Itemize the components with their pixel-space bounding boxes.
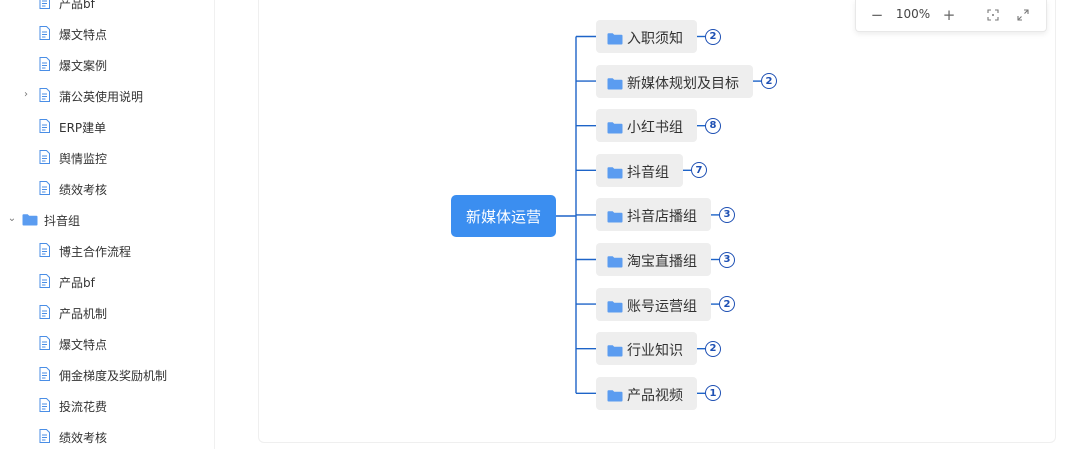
zoom-level: 100% bbox=[895, 7, 931, 21]
mindmap-child-node[interactable]: 入职须知 bbox=[596, 20, 697, 53]
child-node-label: 行业知识 bbox=[627, 343, 683, 360]
child-node-label: 抖音店播组 bbox=[627, 209, 697, 226]
child-count-badge[interactable]: 2 bbox=[705, 28, 721, 45]
mindmap-root-node[interactable]: 新媒体运营 bbox=[451, 195, 556, 237]
child-node-label: 小红书组 bbox=[627, 120, 683, 137]
zoom-out-label: − bbox=[870, 6, 884, 24]
zoom-in-label: + bbox=[942, 6, 956, 24]
child-node-label: 抖音组 bbox=[627, 164, 669, 181]
child-count-badge[interactable]: 3 bbox=[719, 251, 735, 268]
mindmap-child-node[interactable]: 新媒体规划及目标 bbox=[596, 64, 753, 98]
folder-icon bbox=[607, 253, 623, 268]
zoom-in-button[interactable]: + bbox=[938, 4, 960, 26]
child-node-label: 新媒体规划及目标 bbox=[627, 75, 739, 92]
child-count-badge[interactable]: 2 bbox=[705, 340, 721, 357]
child-node-label: 淘宝直播组 bbox=[627, 254, 697, 270]
fullscreen-icon[interactable] bbox=[1012, 4, 1034, 26]
folder-icon bbox=[607, 119, 623, 134]
folder-icon bbox=[607, 30, 623, 45]
mindmap-child-node[interactable]: 淘宝直播组 bbox=[596, 243, 711, 276]
zoom-toolbar: − 100% + bbox=[855, 0, 1047, 32]
folder-icon bbox=[607, 164, 623, 179]
folder-icon bbox=[607, 298, 623, 313]
child-node-label: 入职须知 bbox=[627, 31, 683, 47]
child-node-label: 产品视频 bbox=[627, 387, 683, 404]
folder-icon bbox=[607, 387, 623, 402]
mindmap-child-node[interactable]: 抖音店播组 bbox=[596, 198, 711, 232]
folder-icon bbox=[607, 75, 623, 90]
mindmap-child-node[interactable]: 产品视频 bbox=[596, 376, 697, 410]
folder-icon bbox=[607, 342, 623, 357]
mindmap-child-node[interactable]: 行业知识 bbox=[596, 332, 697, 366]
mindmap-child-node[interactable]: 抖音组 bbox=[596, 153, 683, 187]
child-count-badge[interactable]: 8 bbox=[705, 117, 721, 134]
mindmap-child-node[interactable]: 账号运营组 bbox=[596, 287, 711, 321]
mindmap-child-node[interactable]: 小红书组 bbox=[596, 109, 697, 143]
child-count-badge[interactable]: 2 bbox=[719, 296, 735, 313]
child-node-label: 账号运营组 bbox=[627, 298, 697, 315]
child-count-badge[interactable]: 2 bbox=[761, 73, 777, 90]
child-count-badge[interactable]: 3 bbox=[719, 206, 735, 223]
fit-screen-icon[interactable] bbox=[982, 4, 1004, 26]
root-node-label: 新媒体运营 bbox=[465, 207, 541, 226]
zoom-out-button[interactable]: − bbox=[866, 4, 888, 26]
folder-icon bbox=[607, 208, 623, 223]
